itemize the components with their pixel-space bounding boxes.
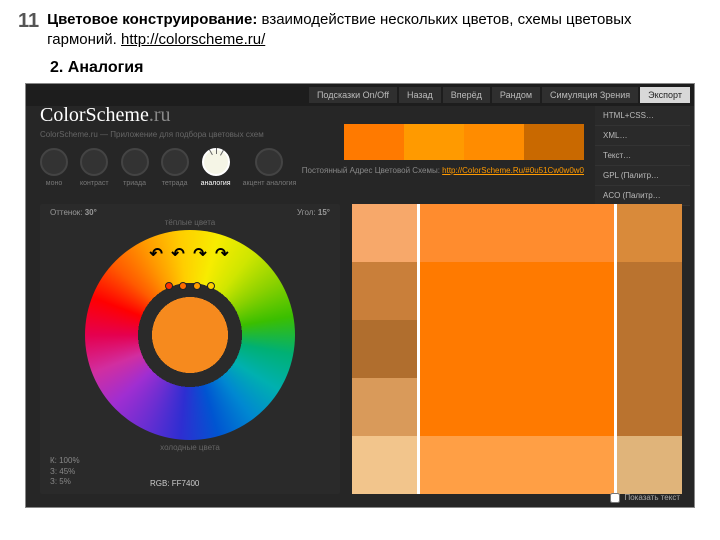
palette-cell[interactable]: [617, 262, 682, 320]
brand-logo: ColorScheme.ru: [40, 104, 171, 127]
palette-cell[interactable]: [617, 204, 682, 262]
palette-cell[interactable]: [420, 262, 614, 320]
palette-cell[interactable]: [420, 378, 614, 436]
palette-grid: [352, 204, 682, 494]
palette-cell[interactable]: [420, 204, 614, 262]
random-button[interactable]: Рандом: [492, 87, 540, 103]
palette-cell[interactable]: [617, 378, 682, 436]
app-window: Подсказки On/Off Назад Вперёд Рандом Сим…: [25, 83, 695, 508]
wheel-panel: Оттенок: 30° Угол: 15° тёплые цвета ↶ ↶ …: [40, 204, 340, 494]
permalink-url[interactable]: http://ColorScheme.Ru/#0u51Cw0w0w0: [442, 166, 584, 175]
show-text-toggle[interactable]: Показать текст: [610, 493, 680, 503]
rgb-hex: RGB: FF7400: [150, 479, 199, 488]
cold-label: холодные цвета: [160, 443, 220, 452]
mode-triad[interactable]: триада: [121, 148, 149, 187]
forward-button[interactable]: Вперёд: [443, 87, 490, 103]
mode-analog[interactable]: аналогия: [201, 148, 231, 187]
color-wheel[interactable]: ↶ ↶ ↷ ↷: [85, 230, 295, 440]
palette-cell[interactable]: [352, 378, 417, 436]
export-xml[interactable]: XML…: [595, 126, 690, 146]
mode-contrast[interactable]: контраст: [80, 148, 109, 187]
palette-cell[interactable]: [352, 204, 417, 262]
hue-label: Оттенок: 30°: [50, 208, 97, 217]
palette-cell[interactable]: [352, 320, 417, 378]
topbar: Подсказки On/Off Назад Вперёд Рандом Сим…: [26, 84, 694, 106]
export-gpl[interactable]: GPL (Палитр…: [595, 166, 690, 186]
mode-tetrad[interactable]: тетрада: [161, 148, 189, 187]
slide-subtitle: 2. Аналогия: [50, 59, 720, 77]
back-button[interactable]: Назад: [399, 87, 441, 103]
palette-cell[interactable]: [352, 436, 417, 494]
preview-swatch: [344, 124, 404, 160]
palette-cell[interactable]: [617, 436, 682, 494]
palette-cell[interactable]: [352, 262, 417, 320]
arrow-overlay: ↶ ↶ ↷ ↷: [150, 244, 231, 264]
preview-swatch: [524, 124, 584, 160]
preview-swatch: [404, 124, 464, 160]
rgb-percent: К: 100%З: 45%З: 5%: [50, 456, 80, 487]
mode-mono[interactable]: моно: [40, 148, 68, 187]
export-menu: HTML+CSS… XML… Текст… GPL (Палитр… ACO (…: [595, 106, 690, 206]
wheel-markers[interactable]: [165, 282, 215, 290]
mode-accent[interactable]: акцент аналогия: [243, 148, 297, 187]
export-button[interactable]: Экспорт: [640, 87, 690, 103]
warm-label: тёплые цвета: [165, 218, 215, 227]
source-link[interactable]: http://colorscheme.ru/: [121, 31, 265, 48]
slide-number: 11: [18, 10, 39, 33]
hints-toggle[interactable]: Подсказки On/Off: [309, 87, 397, 103]
export-text[interactable]: Текст…: [595, 146, 690, 166]
brand-tagline: ColorScheme.ru — Приложение для подбора …: [40, 130, 264, 139]
permalink: Постоянный Адрес Цветовой Схемы: http://…: [302, 166, 584, 175]
palette-cell[interactable]: [420, 320, 614, 378]
palette-cell[interactable]: [420, 436, 614, 494]
vision-button[interactable]: Симуляция Зрения: [542, 87, 638, 103]
export-aco[interactable]: ACO (Палитр…: [595, 186, 690, 206]
preview-swatch: [464, 124, 524, 160]
preview-row: [344, 124, 584, 160]
angle-label: Угол: 15°: [297, 208, 330, 217]
palette-cell[interactable]: [617, 320, 682, 378]
mode-selector: моно контраст триада тетрада аналогия ак…: [40, 148, 296, 187]
slide-title: Цветовое конструирование: взаимодействие…: [47, 10, 690, 51]
export-html[interactable]: HTML+CSS…: [595, 106, 690, 126]
